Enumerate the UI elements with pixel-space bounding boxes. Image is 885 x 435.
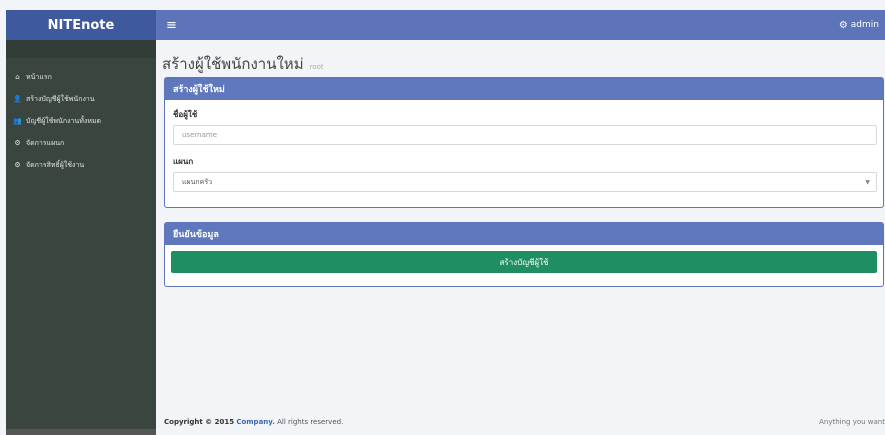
sidebar-item-label: สร้างบัญชีผู้ใช้พนักงาน — [26, 94, 95, 103]
sidebar-item-departments[interactable]: ⚙ จัดการแผนก — [6, 132, 156, 154]
top-navbar: NITEnote ≡ ⚙ admin — [6, 10, 885, 40]
sidebar: ⌂ หน้าแรก 👤 สร้างบัญชีผู้ใช้พนักงาน 👥 บั… — [6, 40, 156, 435]
create-account-button[interactable]: สร้างบัญชีผู้ใช้ — [171, 251, 877, 273]
department-selected-value: แผนกครัว — [182, 177, 213, 186]
create-user-panel: สร้างผู้ใช้ใหม่ ชื่อผู้ใช้ username แผนก… — [164, 77, 884, 208]
sidebar-item-home[interactable]: ⌂ หน้าแรก — [6, 66, 156, 88]
department-select[interactable]: แผนกครัว ▼ — [173, 172, 877, 192]
sidebar-footer — [6, 429, 156, 435]
footer-right-text: Anything you want — [819, 418, 885, 426]
page-title: สร้างผู้ใช้พนักงานใหม่ — [162, 55, 304, 73]
sidebar-item-label: จัดการสิทธิ์ผู้ใช้งาน — [26, 160, 85, 169]
sidebar-item-all-users[interactable]: 👥 บัญชีผู้ใช้พนักงานทั้งหมด — [6, 110, 156, 132]
sidebar-item-label: หน้าแรก — [26, 72, 52, 81]
logo-text: NITEnote — [47, 17, 115, 33]
gear-icon: ⚙ — [838, 19, 848, 31]
page-header: สร้างผู้ใช้พนักงานใหม่ root — [162, 52, 324, 76]
logo[interactable]: NITEnote — [6, 10, 156, 40]
home-icon: ⌂ — [15, 73, 20, 81]
page-subtitle: root — [309, 63, 324, 71]
department-field-label: แผนก — [173, 157, 194, 166]
main-content: สร้างผู้ใช้พนักงานใหม่ root สร้างผู้ใช้ใ… — [156, 40, 885, 435]
gears-icon: ⚙ — [14, 139, 21, 147]
sidebar-item-label: จัดการแผนก — [26, 138, 65, 147]
sidebar-item-permissions[interactable]: ⚙ จัดการสิทธิ์ผู้ใช้งาน — [6, 154, 156, 176]
chevron-down-icon: ▼ — [865, 178, 870, 186]
sidebar-item-create-user[interactable]: 👤 สร้างบัญชีผู้ใช้พนักงาน — [6, 88, 156, 110]
username-field-label: ชื่อผู้ใช้ — [173, 110, 198, 119]
confirm-panel: ยืนยันข้อมูล สร้างบัญชีผู้ใช้ — [164, 222, 884, 287]
user-menu[interactable]: ⚙ admin — [839, 20, 879, 31]
panel-heading: สร้างผู้ใช้ใหม่ — [165, 78, 883, 100]
add-user-icon: 👤 — [13, 95, 22, 103]
company-link[interactable]: Company. — [236, 418, 275, 426]
gears-icon: ⚙ — [14, 161, 21, 169]
username-label: admin — [850, 20, 879, 30]
copyright-text: Copyright © 2015 — [164, 418, 235, 426]
footer-copyright: Copyright © 2015 Company. All rights res… — [164, 418, 343, 426]
rights-text: All rights reserved. — [277, 418, 344, 426]
username-input[interactable]: username — [173, 125, 877, 145]
hamburger-icon[interactable]: ≡ — [166, 18, 177, 33]
sidebar-header — [6, 40, 156, 58]
panel-heading: ยืนยันข้อมูล — [165, 223, 883, 245]
footer: Copyright © 2015 Company. All rights res… — [164, 418, 885, 426]
sidebar-item-label: บัญชีผู้ใช้พนักงานทั้งหมด — [26, 116, 102, 125]
users-icon: 👥 — [13, 117, 22, 125]
